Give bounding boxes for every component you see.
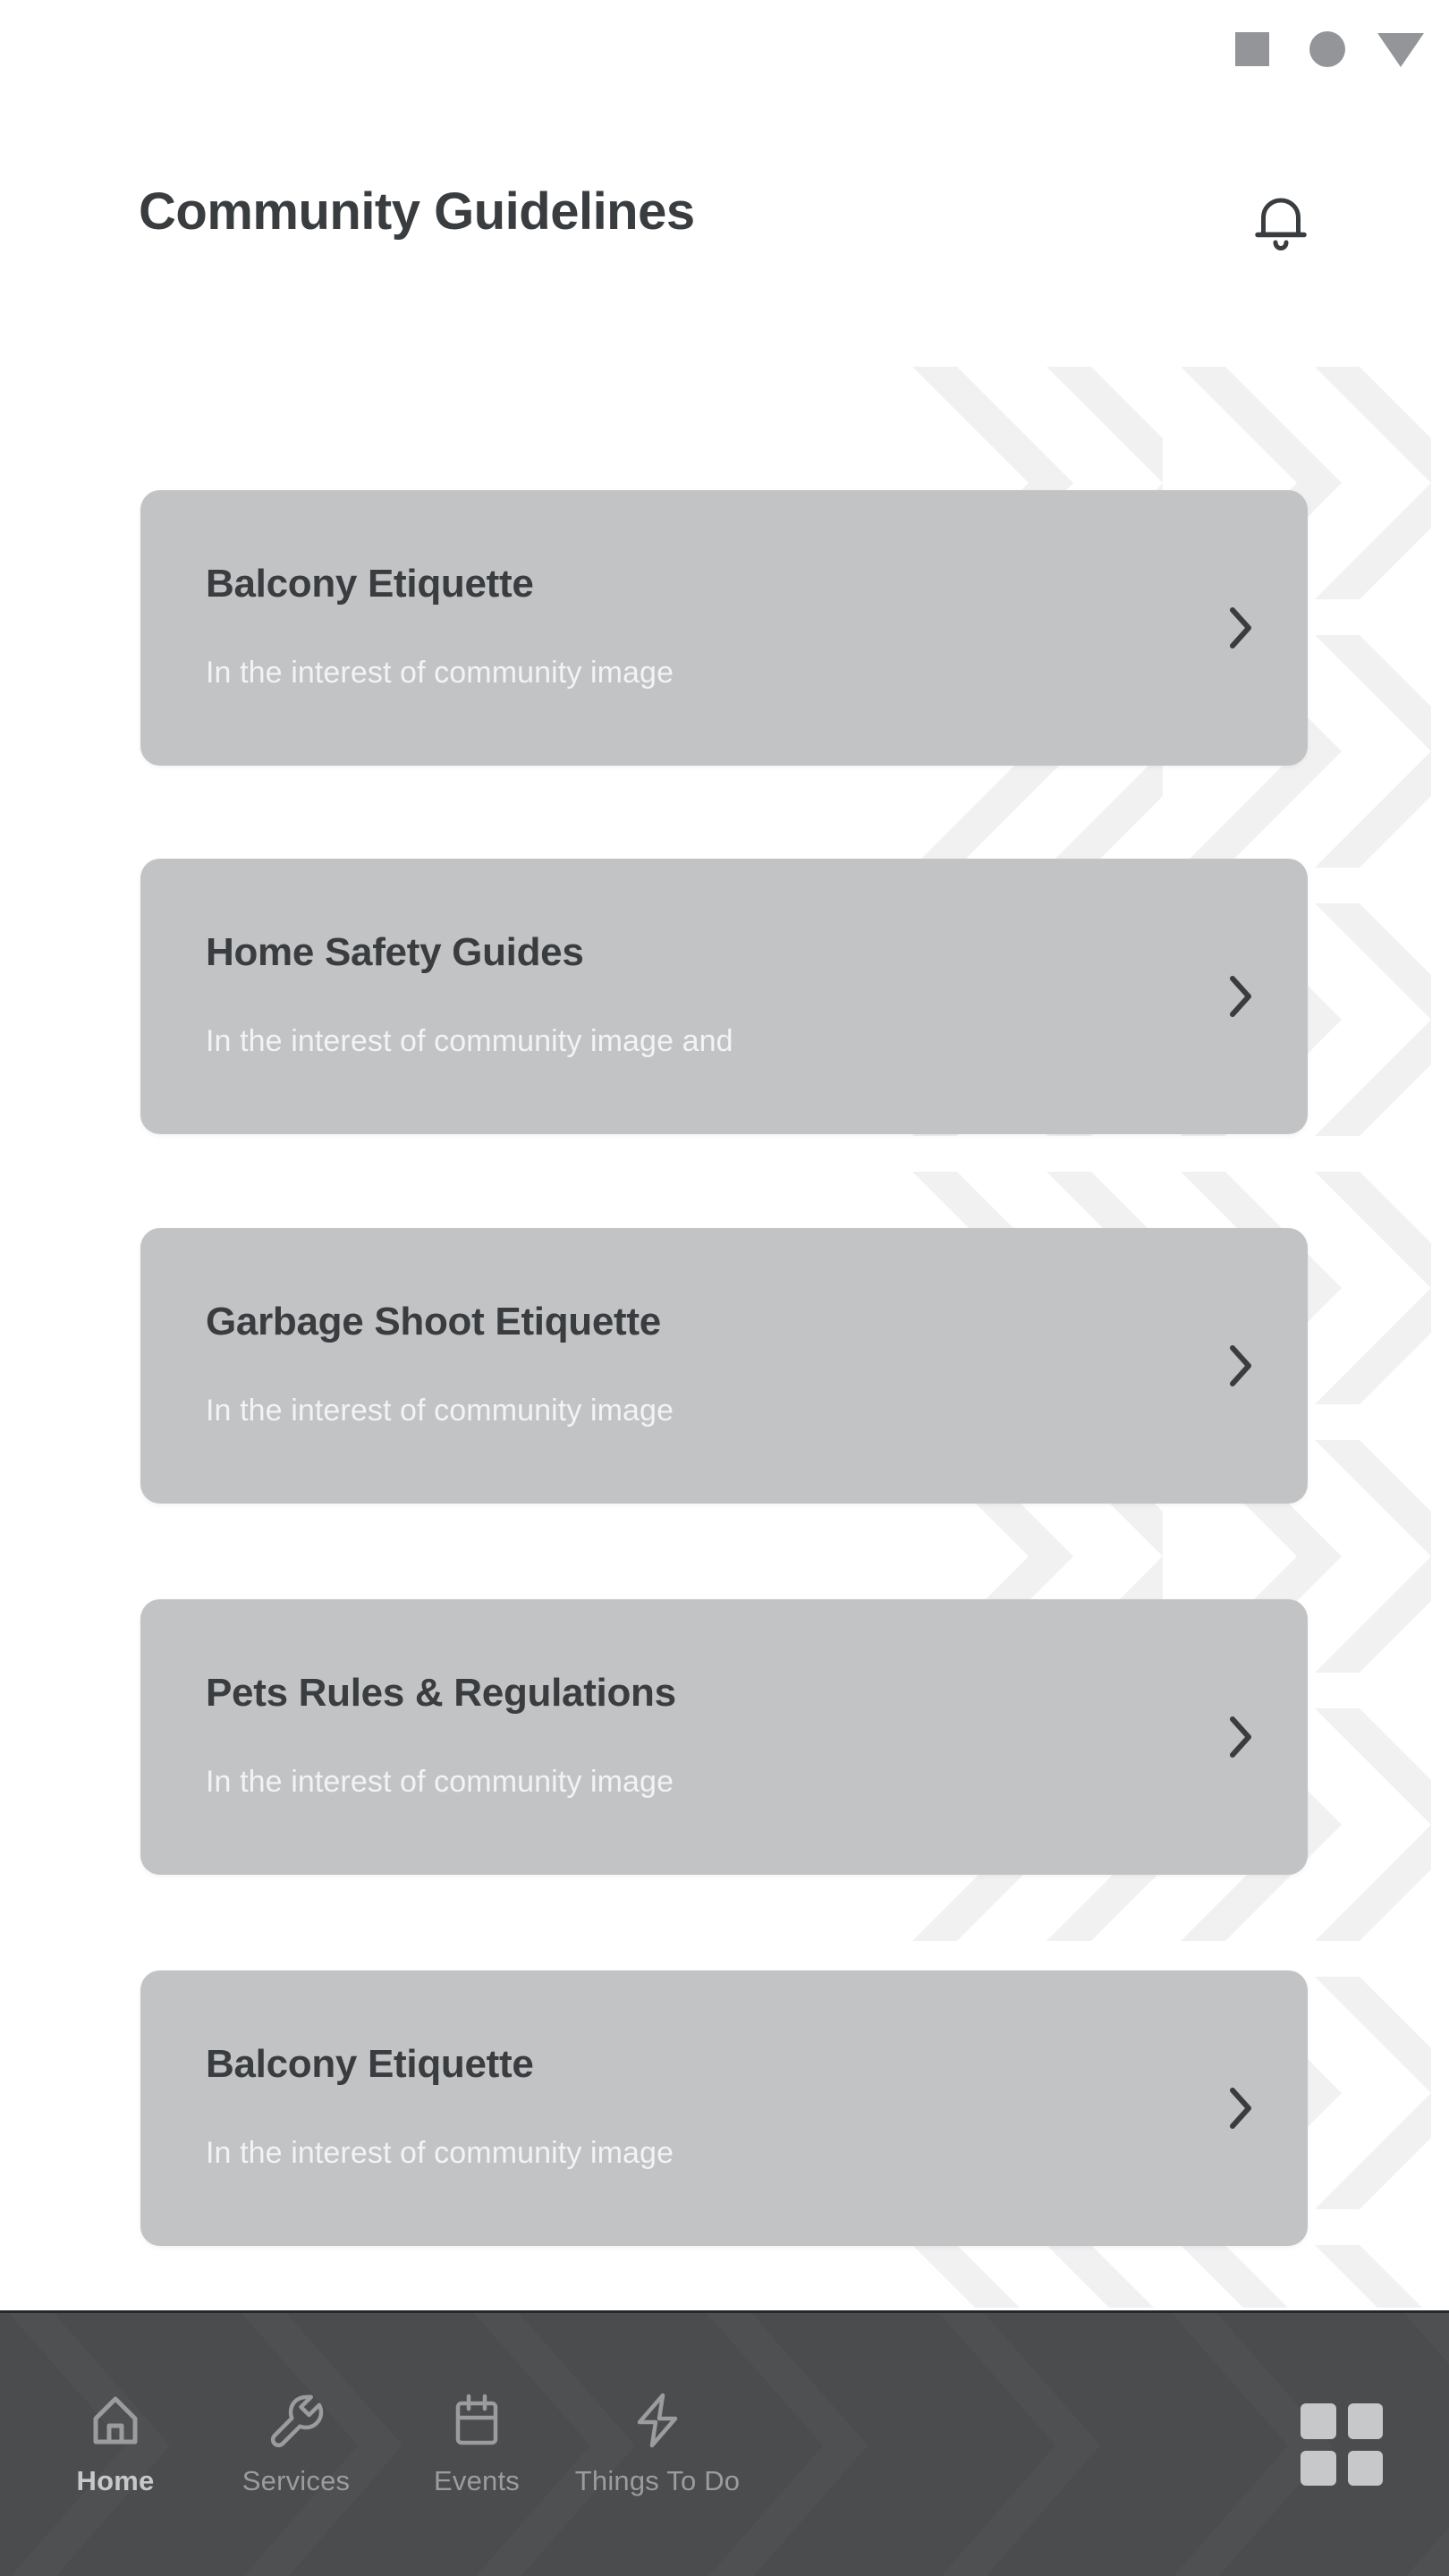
card-title: Balcony Etiquette xyxy=(206,2042,534,2086)
bell-icon xyxy=(1251,191,1310,260)
card-title: Garbage Shoot Etiquette xyxy=(206,1300,661,1343)
grid-cell xyxy=(1301,2450,1336,2486)
card-title: Balcony Etiquette xyxy=(206,562,534,606)
triangle-down-indicator-icon xyxy=(1377,33,1424,67)
status-bar xyxy=(0,0,1449,89)
card-subtitle: In the interest of community image xyxy=(206,656,674,690)
guideline-card[interactable]: Balcony Etiquette In the interest of com… xyxy=(140,490,1308,766)
nav-item-home[interactable]: Home xyxy=(25,2392,206,2497)
card-subtitle: In the interest of community image xyxy=(206,1394,674,1428)
nav-label: Things To Do xyxy=(574,2465,741,2496)
nav-item-things-to-do[interactable]: Things To Do xyxy=(567,2392,748,2497)
nav-label: Services xyxy=(242,2465,351,2496)
chevron-right-icon[interactable] xyxy=(1220,976,1261,1017)
guideline-card[interactable]: Home Safety Guides In the interest of co… xyxy=(140,859,1308,1134)
grid-menu-icon[interactable] xyxy=(1301,2403,1383,2486)
wrench-icon xyxy=(267,2392,325,2449)
guideline-card[interactable]: Balcony Etiquette In the interest of com… xyxy=(140,1970,1308,2246)
chevron-right-icon[interactable] xyxy=(1220,1716,1261,1758)
nav-label: Events xyxy=(434,2465,520,2496)
page-title: Community Guidelines xyxy=(139,182,695,241)
card-title: Home Safety Guides xyxy=(206,930,584,974)
grid-cell xyxy=(1347,2450,1383,2486)
chevron-right-icon[interactable] xyxy=(1220,1345,1261,1386)
bottom-navigation-bar: Home Services Events Things To Do xyxy=(0,2310,1449,2576)
guideline-card[interactable]: Pets Rules & Regulations In the interest… xyxy=(140,1599,1308,1875)
guideline-card[interactable]: Garbage Shoot Etiquette In the interest … xyxy=(140,1228,1308,1504)
nav-items-container: Home Services Events Things To Do xyxy=(0,2313,1449,2576)
chevron-right-icon[interactable] xyxy=(1220,607,1261,648)
circle-indicator-icon xyxy=(1309,31,1345,67)
guidelines-card-list: Balcony Etiquette In the interest of com… xyxy=(0,0,1449,2310)
card-subtitle: In the interest of community image xyxy=(206,1765,674,1799)
home-icon xyxy=(87,2392,144,2449)
calendar-icon xyxy=(448,2392,505,2449)
notification-bell-button[interactable] xyxy=(1227,176,1335,275)
grid-cell xyxy=(1301,2403,1336,2439)
nav-item-events[interactable]: Events xyxy=(386,2392,567,2497)
card-title: Pets Rules & Regulations xyxy=(206,1671,676,1715)
card-subtitle: In the interest of community image xyxy=(206,2136,674,2170)
lightning-icon xyxy=(629,2392,686,2449)
grid-cell xyxy=(1347,2403,1383,2439)
card-subtitle: In the interest of community image and xyxy=(206,1024,733,1058)
square-indicator-icon xyxy=(1235,32,1269,66)
nav-item-services[interactable]: Services xyxy=(206,2392,386,2497)
app-screen: Community Guidelines Balcony Etiquette I… xyxy=(0,0,1449,2576)
nav-label: Home xyxy=(76,2465,155,2496)
chevron-right-icon[interactable] xyxy=(1220,2088,1261,2129)
page-header: Community Guidelines xyxy=(0,165,1449,282)
